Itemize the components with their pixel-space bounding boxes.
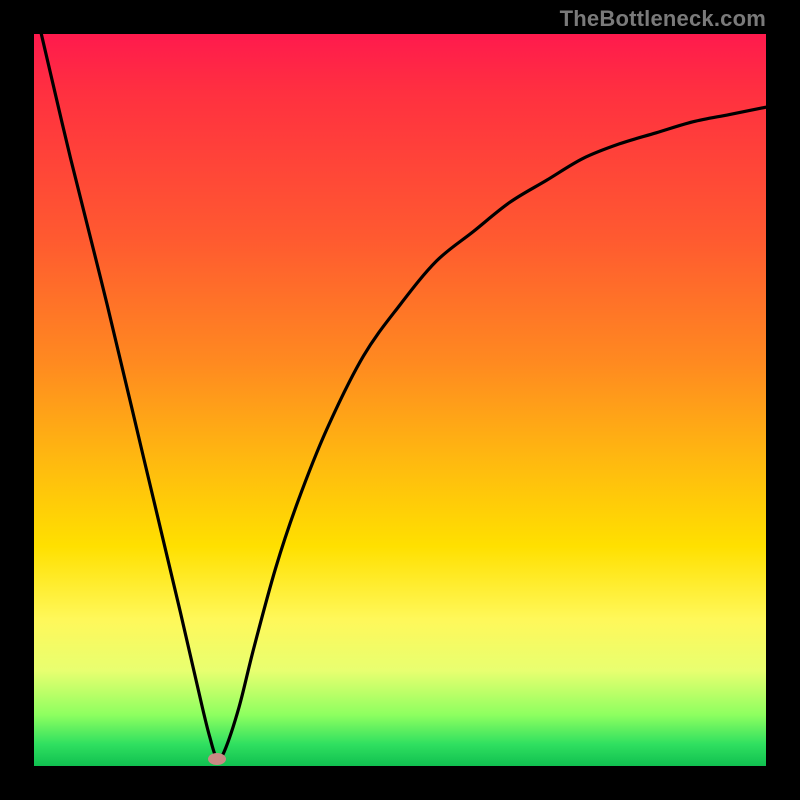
curve-path — [41, 34, 766, 760]
curve-layer — [34, 34, 766, 766]
watermark-text: TheBottleneck.com — [560, 6, 766, 32]
chart-outer: TheBottleneck.com — [0, 0, 800, 800]
minimum-marker — [208, 753, 226, 765]
plot-area — [34, 34, 766, 766]
